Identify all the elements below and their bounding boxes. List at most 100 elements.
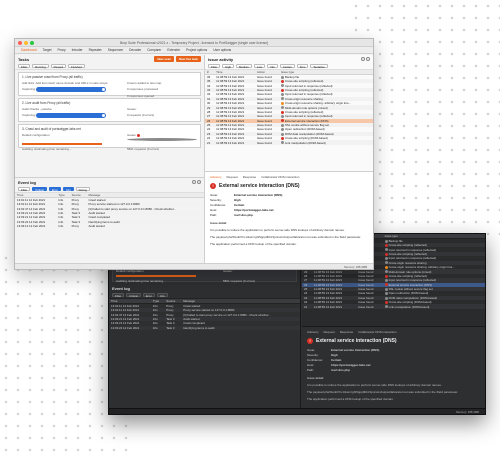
- filter-chip[interactable]: Finished: [68, 64, 85, 69]
- tab-comparer[interactable]: Comparer: [144, 47, 164, 53]
- info-severity-icon: [280, 115, 284, 119]
- tab-decoder[interactable]: Decoder: [126, 47, 144, 53]
- main-tabs: Dashboard Target Proxy Intruder Repeater Sequ…: [15, 47, 373, 54]
- table-row[interactable]: 13:03:12 12 Feb 2021 Info Proxy Audit start…: [15, 224, 204, 228]
- task-value: 0 requests (0 errors): [127, 113, 155, 117]
- help-icon[interactable]: [192, 180, 196, 184]
- info-severity-icon: [280, 93, 284, 97]
- filter-chip[interactable]: Certain: [279, 64, 295, 69]
- filter-chip[interactable]: Paused: [50, 64, 67, 69]
- capturing-toggle[interactable]: [35, 113, 106, 118]
- tab-intruder[interactable]: Intruder: [69, 47, 86, 53]
- filter-chip[interactable]: Running: [32, 64, 49, 69]
- issue-type: SSL cookie without secure flag set: [284, 123, 330, 128]
- tab-proxy[interactable]: Proxy: [54, 47, 68, 53]
- issue-filter: Filter High Medium Low Info Certain Firm Tentat…: [205, 63, 373, 70]
- maximize-icon[interactable]: [30, 41, 34, 45]
- issue-type: Multi-domain rule options (mixed): [284, 105, 328, 110]
- new-scan-button[interactable]: New scan: [154, 56, 175, 62]
- filter-chip[interactable]: Low: [253, 64, 266, 69]
- field-key: Issue:: [210, 193, 219, 197]
- tab-target[interactable]: Target: [40, 47, 55, 53]
- tab-request[interactable]: Request: [324, 330, 335, 334]
- tab-advisory[interactable]: Advisory: [210, 175, 222, 179]
- high-severity-icon: [280, 119, 284, 123]
- field-value: External service interaction (DNS): [331, 348, 380, 352]
- capturing-toggle[interactable]: [35, 87, 106, 92]
- tab-sequencer[interactable]: Sequencer: [105, 47, 126, 53]
- filter-chip[interactable]: Tentative: [310, 64, 328, 69]
- task-card[interactable]: 1. Live passive crawl from Proxy (all tr…: [18, 72, 201, 98]
- filter-chip[interactable]: Debug: [75, 187, 90, 192]
- info-severity-icon: [384, 305, 388, 309]
- help-icon[interactable]: [361, 57, 365, 61]
- tab-collaborator[interactable]: Collaborator DNS interaction: [358, 330, 396, 334]
- filter-chip[interactable]: Info: [267, 64, 278, 69]
- cell: 13:03:22 12 Feb 2021: [109, 325, 151, 330]
- main-window: Burp Suite Professional v2021.x - Tempor…: [14, 38, 374, 270]
- status-bar: Memory: 188.3MB: [15, 263, 373, 269]
- task-card[interactable]: 2. Live audit from Proxy (all traffic) A…: [18, 98, 201, 122]
- info-severity-icon: [384, 261, 388, 265]
- tab-repeater[interactable]: Repeater: [86, 47, 105, 53]
- cell: 11:08:59 13 Feb 2021: [311, 304, 357, 309]
- dark-event-log-title: Event log: [112, 285, 131, 291]
- cell: Link manipulation (DOM-based): [278, 140, 373, 145]
- cell: Info: [58, 224, 64, 229]
- dark-task-line: Auditing. Estimating time remaining...: [116, 279, 166, 283]
- high-severity-icon: [280, 79, 284, 83]
- tab-advisory[interactable]: Advisory: [307, 330, 319, 334]
- tab-user-options[interactable]: User options: [210, 47, 234, 53]
- tab-dashboard[interactable]: Dashboard: [18, 47, 40, 53]
- dark-event-table: Time Type Source Message 13:01:11 12 Feb 20…: [109, 299, 300, 330]
- table-row[interactable]: 21 11:08:59 13 Feb 2021 Issue found Link ma…: [302, 304, 485, 309]
- expand-icon[interactable]: [197, 180, 201, 184]
- issue-type: Cross-site scripting (reflected): [388, 251, 427, 256]
- high-issue-icon: [137, 133, 141, 137]
- dark-chip[interactable]: Error: [142, 293, 155, 298]
- dark-chip[interactable]: Critical: [126, 293, 141, 298]
- filter-chip[interactable]: Filter: [18, 64, 31, 69]
- filter-chip[interactable]: Filter: [18, 187, 31, 192]
- dark-progress-bar: [116, 275, 196, 277]
- new-live-task-button[interactable]: New live task: [176, 56, 201, 62]
- issue-type: Open redirection (DOM-based): [284, 127, 325, 132]
- filter-chip[interactable]: High: [222, 64, 234, 69]
- task-line: Capturing:: [22, 87, 106, 92]
- tab-response[interactable]: Response: [243, 175, 257, 179]
- filter-chip[interactable]: Info: [62, 187, 74, 192]
- task-card[interactable]: 3. Crawl and audit of portswigger-labs.n…: [18, 124, 201, 151]
- tab-response[interactable]: Response: [340, 330, 354, 334]
- cell: 21: [302, 304, 312, 309]
- cell: Audit started: [88, 224, 105, 229]
- field-key: Path:: [210, 213, 218, 217]
- issue-type: Link manipulation (DOM-based): [284, 140, 326, 145]
- info-severity-icon: [384, 296, 388, 300]
- tab-extender[interactable]: Extender: [164, 47, 183, 53]
- tab-request[interactable]: Request: [227, 175, 238, 179]
- dark-para: The payload phe5iwnbl7ru1t1wmrght5ppp0bb…: [307, 390, 459, 394]
- filter-chip[interactable]: Medium: [235, 64, 252, 69]
- minimize-icon[interactable]: [24, 41, 28, 45]
- event-log-title: Event log: [18, 179, 37, 185]
- dark-chip[interactable]: Info: [156, 293, 168, 298]
- filter-chip[interactable]: Filter: [208, 64, 221, 69]
- tab-collaborator[interactable]: Collaborator DNS interaction: [261, 175, 299, 179]
- dark-chip[interactable]: Filter: [112, 293, 125, 298]
- issue-type: Input returned in response (reflected): [284, 92, 333, 97]
- task-line: Auditing. Estimating time remaining...: [22, 147, 72, 151]
- expand-icon[interactable]: [366, 57, 370, 61]
- filter-chip[interactable]: Critical: [32, 187, 47, 192]
- info-severity-icon: [384, 248, 388, 252]
- cell: Link manipulation (DOM-based): [382, 304, 485, 309]
- filter-chip[interactable]: Firm: [296, 64, 309, 69]
- tab-project-options[interactable]: Project options: [183, 47, 210, 53]
- filter-chip[interactable]: Error: [48, 187, 61, 192]
- info-severity-icon: [384, 257, 388, 261]
- issue-type: Input returned in response (reflected): [388, 256, 437, 261]
- table-row[interactable]: 13:03:22 12 Feb 2021 Info Task 3 Identifyin…: [109, 325, 300, 330]
- table-row[interactable]: 21 11:08:59 13 Feb 2021 Issue found Link ma…: [205, 140, 373, 145]
- dark-para: The application performed a DNS lookup o…: [307, 397, 394, 401]
- close-icon[interactable]: [18, 41, 22, 45]
- task-title: 2. Live audit from Proxy (all traffic): [22, 101, 71, 105]
